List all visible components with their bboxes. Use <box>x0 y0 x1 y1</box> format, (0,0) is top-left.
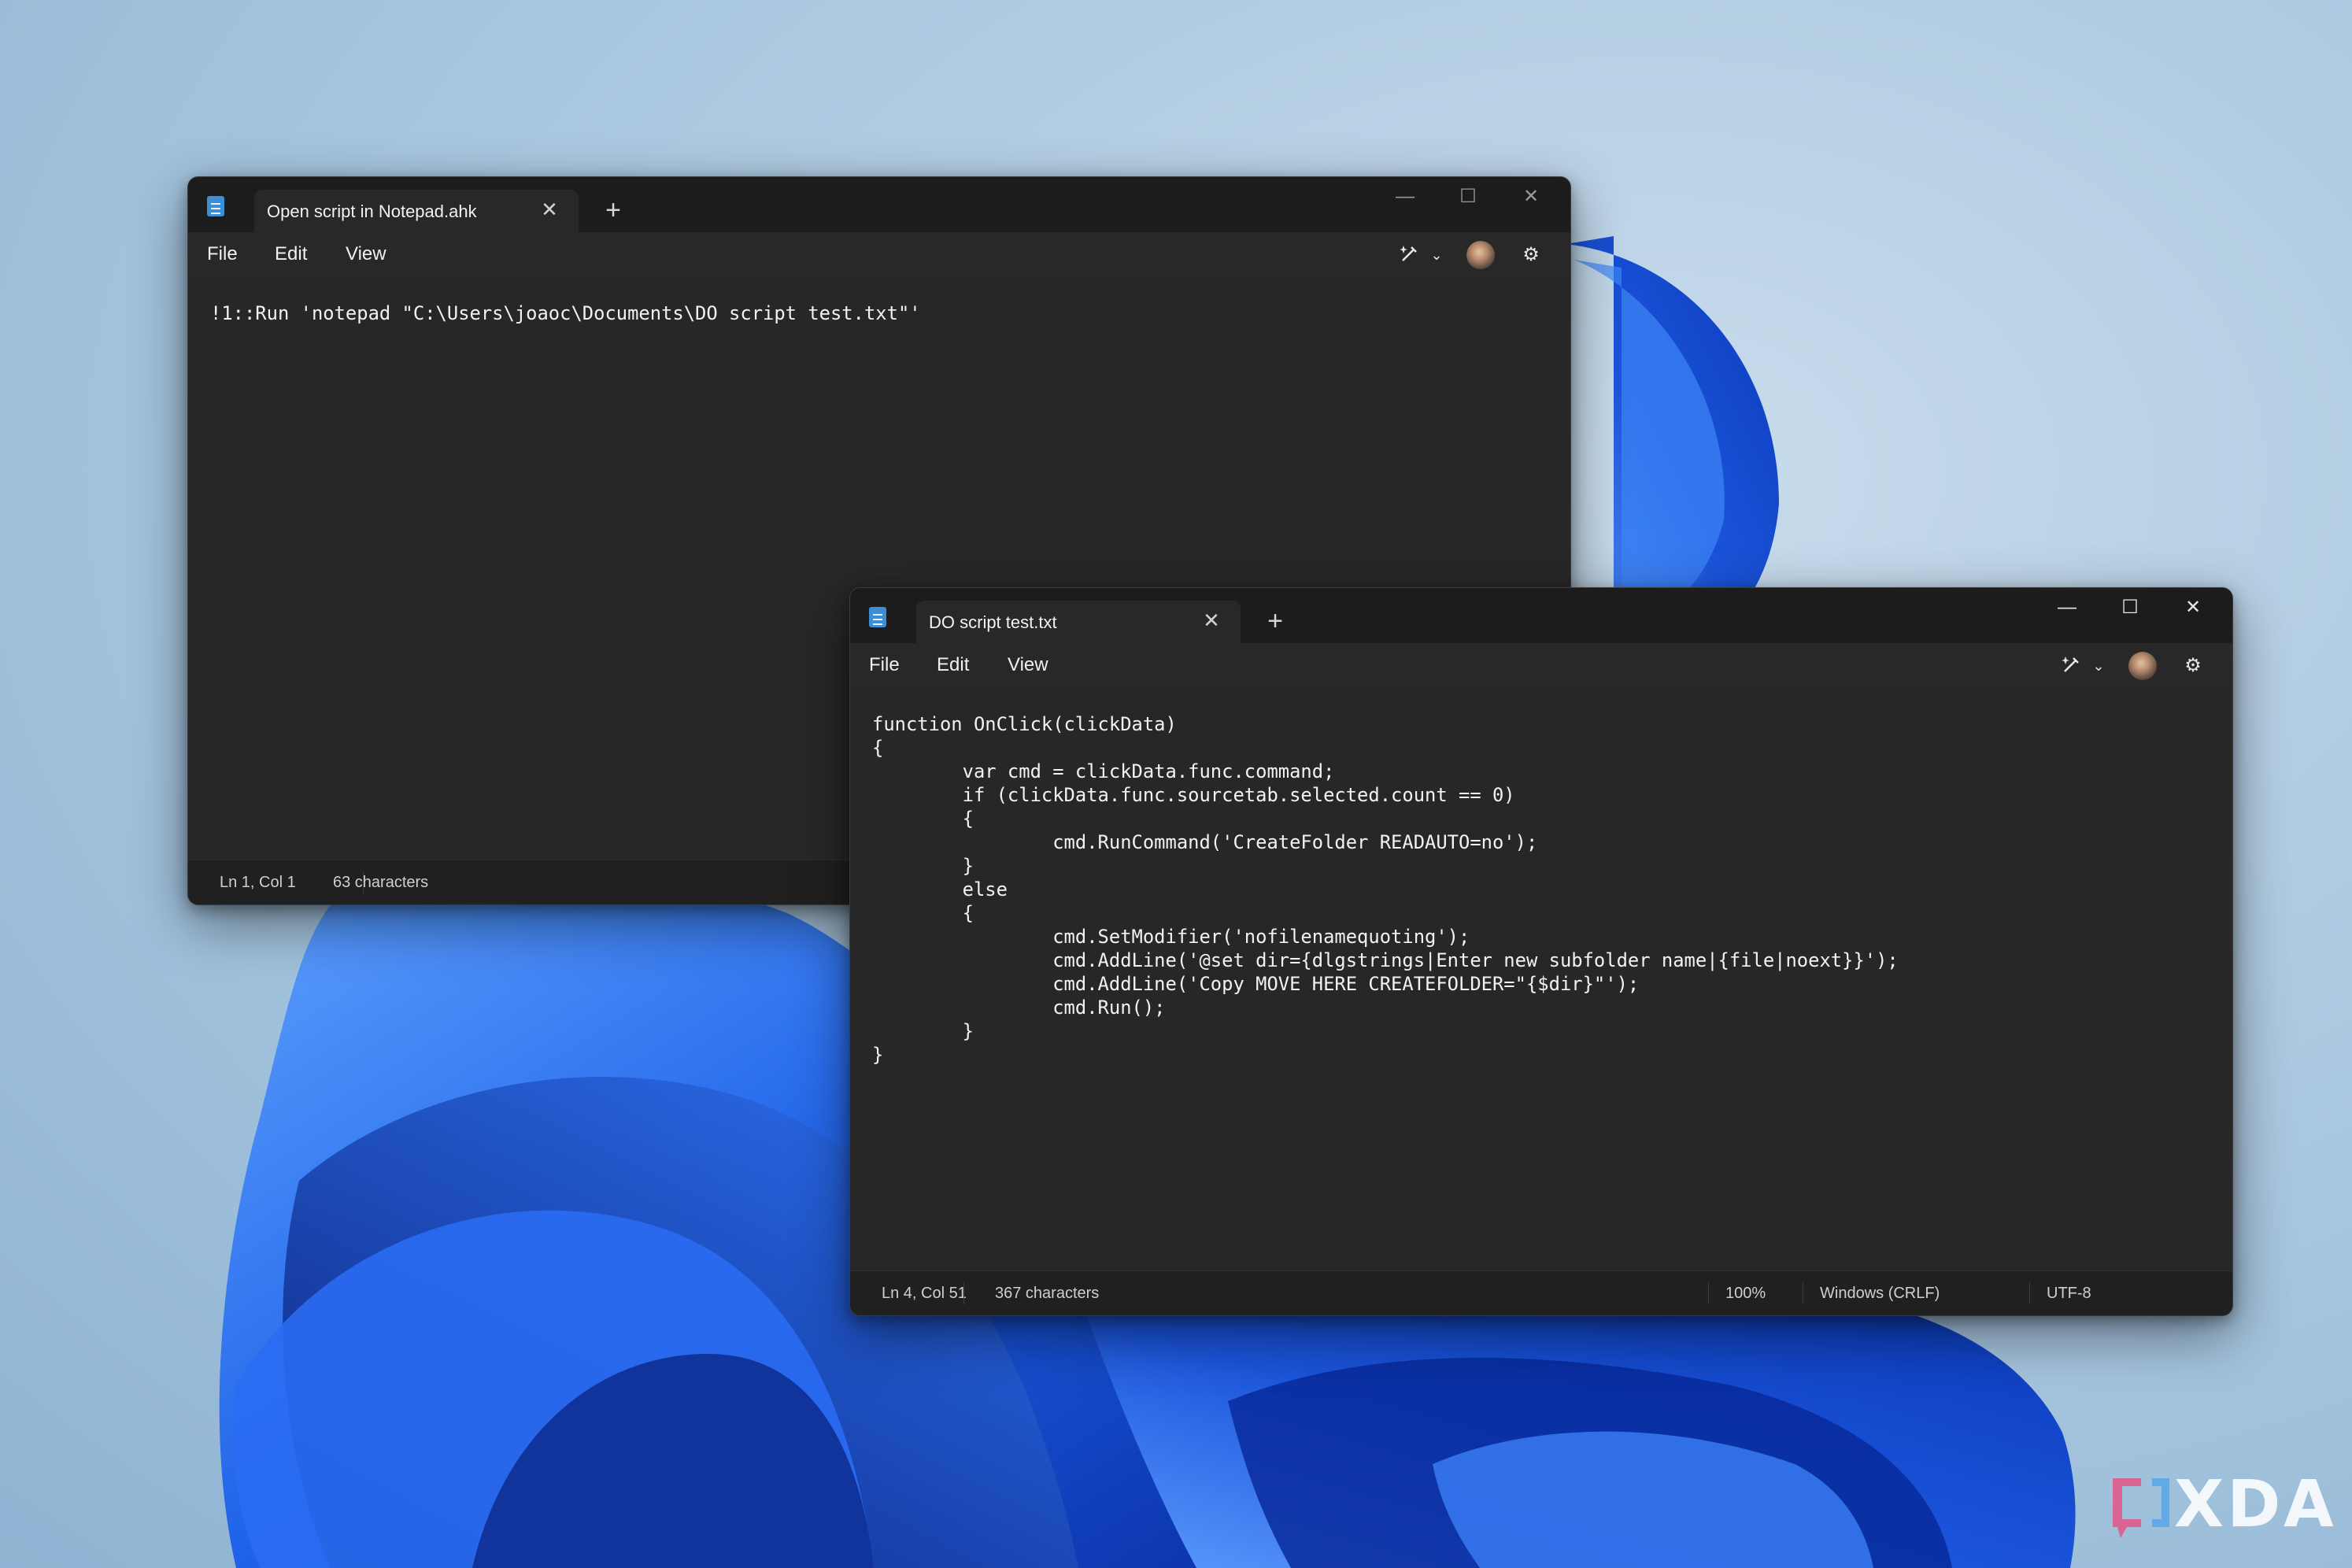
code-line: if (clickData.func.sourcetab.selected.co… <box>872 784 1515 806</box>
tab-open-script[interactable]: Open script in Notepad.ahk ✕ <box>254 190 579 232</box>
maximize-button[interactable]: ☐ <box>2114 594 2146 621</box>
status-separator <box>2029 1282 2030 1304</box>
close-tab-icon[interactable]: ✕ <box>1200 608 1223 632</box>
copilot-icon[interactable] <box>2058 653 2086 679</box>
code-line: cmd.Run(); <box>872 997 1166 1019</box>
new-tab-button[interactable]: + <box>1259 605 1291 637</box>
maximize-button[interactable]: ☐ <box>1452 183 1484 210</box>
chevron-down-icon[interactable]: ⌄ <box>2089 653 2108 679</box>
code-line: cmd.AddLine('@set dir={dlgstrings|Enter … <box>872 949 1899 971</box>
menu-view[interactable]: View <box>346 243 386 265</box>
code-line: } <box>872 1044 884 1066</box>
minimize-button[interactable]: — <box>1389 183 1421 210</box>
avatar[interactable] <box>2128 652 2157 680</box>
window-controls: — ☐ ✕ <box>1374 177 1570 216</box>
status-line-ending[interactable]: Windows (CRLF) <box>1820 1285 1940 1303</box>
gear-icon[interactable]: ⚙ <box>2179 653 2207 679</box>
menu-edit[interactable]: Edit <box>937 654 969 676</box>
status-zoom[interactable]: 100% <box>1725 1285 1766 1303</box>
notepad-app-icon <box>207 196 224 216</box>
tab-do-script[interactable]: DO script test.txt ✕ <box>916 601 1241 643</box>
menu-bar: File Edit View ⌄ ⚙ <box>850 643 2232 689</box>
menu-view[interactable]: View <box>1008 654 1048 676</box>
menu-file[interactable]: File <box>207 243 238 265</box>
notepad-app-icon <box>869 607 886 627</box>
close-tab-icon[interactable]: ✕ <box>538 198 561 221</box>
code-line: !1::Run 'notepad "C:\Users\joaoc\Documen… <box>210 302 921 324</box>
status-characters: 367 characters <box>995 1285 1100 1302</box>
menu-edit[interactable]: Edit <box>275 243 307 265</box>
status-encoding[interactable]: UTF-8 <box>2047 1285 2091 1303</box>
status-separator <box>963 1282 964 1304</box>
copilot-icon[interactable] <box>1396 242 1424 268</box>
notepad-window-front[interactable]: DO script test.txt ✕ + — ☐ ✕ File Edit V… <box>849 587 2233 1316</box>
code-line: cmd.SetModifier('nofilenamequoting'); <box>872 926 1470 948</box>
chevron-down-icon[interactable]: ⌄ <box>1427 242 1446 268</box>
status-position: Ln 4, Col 51 <box>882 1285 967 1302</box>
editor-content[interactable]: !1::Run 'notepad "C:\Users\joaoc\Documen… <box>210 301 921 325</box>
code-line: else <box>872 878 1008 900</box>
xda-watermark-text: XDA <box>2174 1467 2337 1542</box>
new-tab-button[interactable]: + <box>597 194 629 226</box>
text-editor[interactable]: function OnClick(clickData){ var cmd = c… <box>850 689 2232 1271</box>
window-controls: — ☐ ✕ <box>2036 588 2232 627</box>
code-line: { <box>872 808 974 830</box>
minimize-button[interactable]: — <box>2051 594 2083 621</box>
code-line: cmd.RunCommand('CreateFolder READAUTO=no… <box>872 831 1538 853</box>
menu-bar: File Edit View ⌄ ⚙ <box>188 232 1570 278</box>
toolbar-right: ⌄ ⚙ <box>2043 643 2232 689</box>
close-window-button[interactable]: ✕ <box>2177 594 2209 621</box>
code-line: function OnClick(clickData) <box>872 713 1177 735</box>
code-line: var cmd = clickData.func.command; <box>872 760 1335 782</box>
toolbar-right: ⌄ ⚙ <box>1381 232 1570 278</box>
code-line: { <box>872 737 884 759</box>
tab-title: Open script in Notepad.ahk <box>267 202 477 221</box>
status-bar: Ln 4, Col 51 367 characters 100% Windows… <box>850 1270 2232 1315</box>
editor-content[interactable]: function OnClick(clickData){ var cmd = c… <box>872 712 1899 1067</box>
avatar[interactable] <box>1466 241 1495 269</box>
gear-icon[interactable]: ⚙ <box>1517 242 1545 268</box>
status-position: Ln 1, Col 1 <box>220 874 296 891</box>
code-line: } <box>872 1020 974 1042</box>
code-line: } <box>872 855 974 877</box>
title-bar[interactable]: Open script in Notepad.ahk ✕ + — ☐ ✕ <box>188 177 1570 232</box>
close-window-button[interactable]: ✕ <box>1515 183 1547 210</box>
status-separator <box>1708 1282 1709 1304</box>
status-characters: 63 characters <box>333 874 429 891</box>
menu-file[interactable]: File <box>869 654 900 676</box>
code-line: cmd.AddLine('Copy MOVE HERE CREATEFOLDER… <box>872 973 1640 995</box>
code-line: { <box>872 902 974 924</box>
tab-title: DO script test.txt <box>929 612 1057 632</box>
title-bar[interactable]: DO script test.txt ✕ + — ☐ ✕ <box>850 588 2232 643</box>
